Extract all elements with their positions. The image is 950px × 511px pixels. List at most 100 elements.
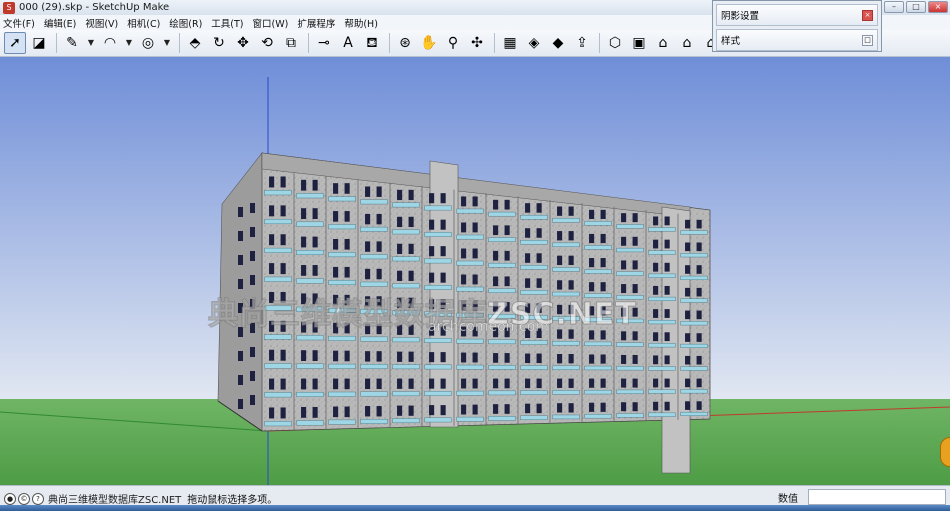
window	[397, 216, 403, 228]
tape-measure-icon[interactable]: ⊸	[313, 32, 335, 54]
user-icon[interactable]: ?	[32, 492, 44, 505]
close-panel-button[interactable]: ×	[862, 10, 873, 21]
menu-window[interactable]: 窗口(W)	[253, 16, 289, 30]
right-view-icon[interactable]: ⌂	[676, 32, 698, 54]
share-model-icon[interactable]: ⇪	[571, 32, 593, 54]
top-view-icon[interactable]: ▣	[628, 32, 650, 54]
window	[472, 196, 478, 207]
geo-location-icon[interactable]: ●	[4, 492, 16, 505]
window	[301, 321, 307, 333]
instructor-handle[interactable]	[940, 437, 950, 467]
text-icon[interactable]: A	[337, 32, 359, 54]
window	[525, 378, 531, 389]
eraser-icon[interactable]: ◪	[28, 32, 50, 54]
balcony-rail	[616, 318, 644, 324]
credits-icon[interactable]: ©	[18, 492, 30, 505]
window	[312, 179, 318, 191]
select-icon[interactable]: ➚	[4, 32, 26, 54]
window	[429, 246, 435, 257]
window	[589, 402, 595, 412]
window	[653, 309, 659, 318]
shadow-settings-panel[interactable]: 阴影设置 ×	[716, 4, 878, 26]
balcony-rail	[328, 335, 356, 341]
pencil-icon[interactable]: ✎	[61, 32, 83, 54]
measurements-input[interactable]	[808, 489, 946, 505]
front-view-icon[interactable]: ⌂	[652, 32, 674, 54]
paint-bucket-icon[interactable]: ⛾	[361, 32, 383, 54]
scale-icon[interactable]: ⧉	[280, 32, 302, 54]
menu-edit[interactable]: 编辑(E)	[44, 16, 76, 30]
menu-camera[interactable]: 相机(C)	[127, 16, 160, 30]
side-window	[238, 231, 243, 241]
window	[333, 406, 339, 418]
zoom-icon[interactable]: ⚲	[442, 32, 464, 54]
push-pull-icon[interactable]: ⬘	[184, 32, 206, 54]
chevron-down-icon[interactable]: ▼	[123, 32, 135, 54]
warehouse-icon[interactable]: ◈	[523, 32, 545, 54]
toolbar-separator	[494, 33, 495, 53]
follow-me-icon[interactable]: ↻	[208, 32, 230, 54]
menu-tools[interactable]: 工具(T)	[211, 16, 243, 30]
window	[685, 401, 691, 410]
window	[568, 280, 574, 290]
measurements-label: 数值	[778, 494, 798, 505]
toolbar-separator	[308, 33, 309, 53]
move-icon[interactable]: ✥	[232, 32, 254, 54]
window	[568, 354, 574, 364]
window	[333, 266, 339, 278]
window	[632, 260, 638, 270]
menu-extensions[interactable]: 扩展程序	[297, 16, 335, 30]
balcony-rail	[648, 412, 676, 417]
balcony-rail	[424, 364, 452, 370]
window	[269, 291, 275, 303]
balcony-rail	[648, 273, 676, 278]
balcony-rail	[648, 320, 676, 325]
styles-panel[interactable]: 样式 □	[716, 29, 878, 51]
close-button[interactable]: ×	[928, 1, 948, 13]
balcony-rail	[616, 295, 644, 300]
shadow-settings-label: 阴影设置	[721, 11, 760, 22]
window	[280, 205, 286, 217]
window	[557, 231, 563, 241]
window	[664, 355, 670, 365]
add-location-icon[interactable]: ▦	[499, 32, 521, 54]
maximize-button[interactable]: □	[906, 1, 926, 13]
menu-help[interactable]: 帮助(H)	[344, 16, 378, 30]
chevron-down-icon[interactable]: ▼	[85, 32, 97, 54]
window	[269, 349, 275, 361]
minimize-button[interactable]: –	[884, 1, 904, 13]
window	[504, 225, 510, 236]
menu-draw[interactable]: 绘图(R)	[169, 16, 202, 30]
window	[589, 282, 595, 292]
balcony-rail	[520, 340, 548, 345]
balcony-rail	[296, 306, 324, 312]
pan-icon[interactable]: ✋	[418, 32, 440, 54]
orbit-icon[interactable]: ⊛	[394, 32, 416, 54]
balcony-rail	[584, 317, 612, 322]
window	[397, 189, 403, 201]
balcony-rail	[680, 230, 708, 235]
chevron-down-icon[interactable]: ▼	[161, 32, 173, 54]
side-window	[250, 299, 255, 309]
balcony-rail	[392, 256, 420, 262]
scene-canvas[interactable]	[0, 57, 950, 485]
balcony-rail	[680, 411, 708, 416]
window	[365, 241, 371, 252]
window	[696, 333, 702, 342]
taskbar-edge	[0, 505, 950, 511]
window	[568, 231, 574, 241]
window	[408, 189, 414, 201]
balcony-rail	[360, 364, 388, 369]
rotate-icon[interactable]: ⟲	[256, 32, 278, 54]
shape-icon[interactable]: ◎	[137, 32, 159, 54]
menu-file[interactable]: 文件(F)	[3, 16, 35, 30]
menu-view[interactable]: 视图(V)	[85, 16, 118, 30]
model-viewport[interactable]: 典尚三维模型数据库ZSC.NET archcomeon.com	[0, 57, 950, 485]
expand-panel-button[interactable]: □	[862, 35, 873, 46]
window	[568, 329, 574, 339]
iso-view-icon[interactable]: ⬡	[604, 32, 626, 54]
zoom-extents-icon[interactable]: ✣	[466, 32, 488, 54]
extension-warehouse-icon[interactable]: ◆	[547, 32, 569, 54]
arc-icon[interactable]: ◠	[99, 32, 121, 54]
balcony-rail	[680, 366, 708, 371]
